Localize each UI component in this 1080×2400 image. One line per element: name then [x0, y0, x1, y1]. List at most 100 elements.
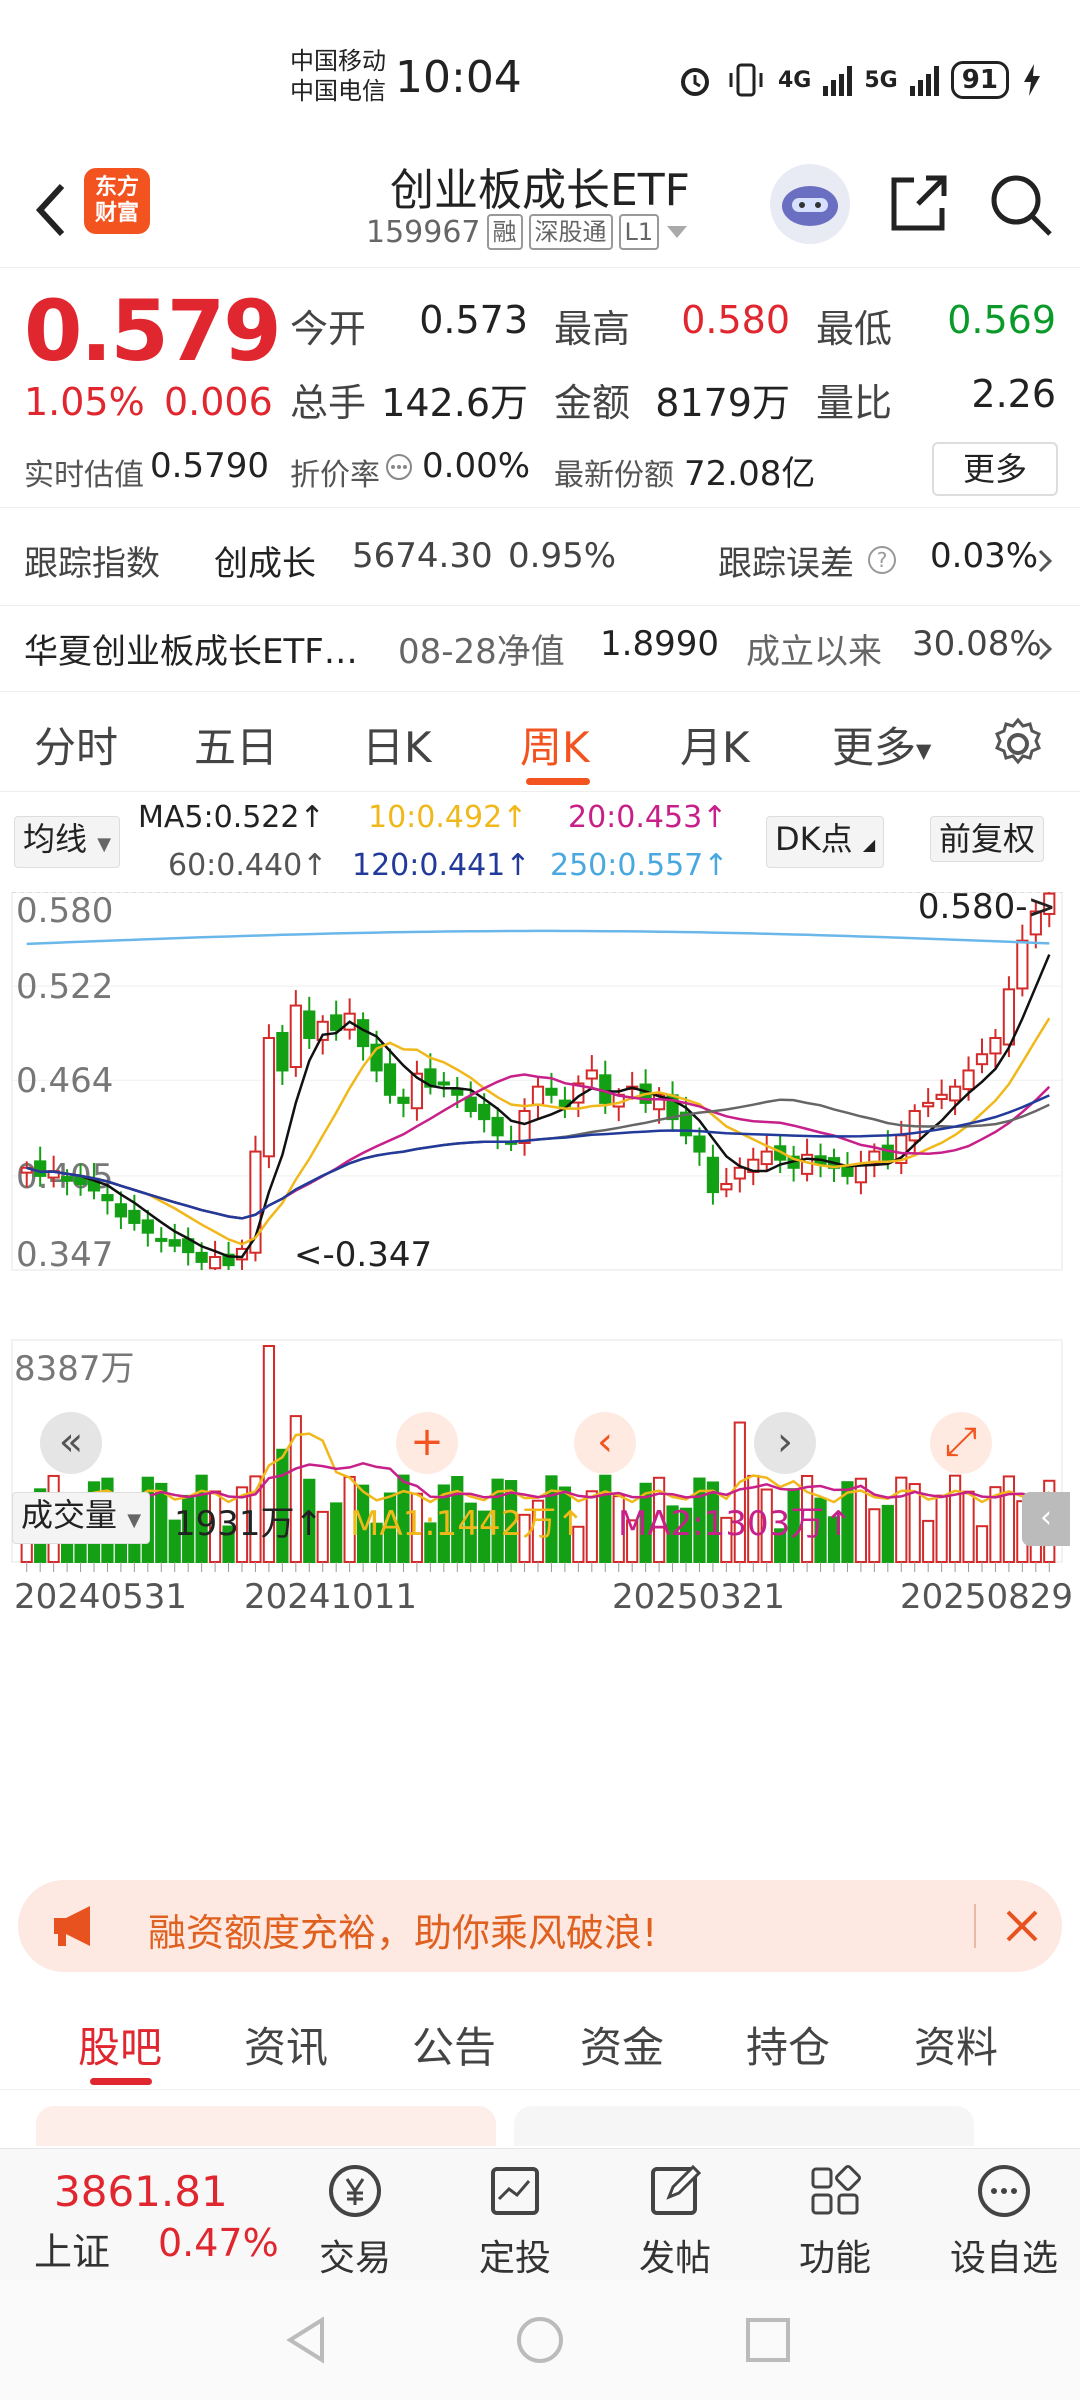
candle	[1016, 939, 1029, 990]
candle	[948, 1085, 962, 1102]
banner-text: 融资额度充裕，助你乘风破浪!	[148, 1911, 658, 1955]
chevron-right-icon	[1038, 637, 1053, 661]
battery-level: 91	[950, 61, 1009, 99]
subtab-news[interactable]: 资讯	[244, 2014, 328, 2075]
index-pct: 0.47%	[158, 2221, 279, 2265]
more-button[interactable]: 更多	[932, 442, 1058, 496]
collapse-panel-button[interactable]: ‹	[1022, 1492, 1070, 1546]
kline-chart[interactable]: 均线 ▼ MA5:0.522↑ 10:0.492↑ 20:0.453↑ 60:0…	[0, 792, 1080, 1862]
nav-back-icon[interactable]	[282, 2314, 330, 2366]
post-button[interactable]: 发帖	[620, 2159, 730, 2281]
scroll-right-button[interactable]: ›	[754, 1412, 816, 1474]
ma-select[interactable]: 均线 ▼	[14, 816, 121, 868]
ma120-label: 120:0.441↑	[352, 848, 531, 883]
fullscreen-button[interactable]: ⤢	[930, 1412, 992, 1474]
chart-calendar-icon	[491, 2167, 539, 2215]
status-bar: 中国移动 中国电信 10:04 4G 5G 91	[0, 0, 1080, 150]
tab-daily-k[interactable]: 日K	[362, 714, 432, 775]
tab-intraday[interactable]: 分时	[34, 714, 118, 775]
subtab-profile[interactable]: 资料	[914, 2014, 998, 2075]
fund-nav-row[interactable]: 华夏创业板成长ETF… 08-28净值 1.8990 成立以来 30.08%	[0, 606, 1080, 692]
tab-weekly-k[interactable]: 周K	[520, 714, 590, 775]
nav-home-icon[interactable]	[514, 2314, 566, 2366]
banner-divider	[974, 1904, 976, 1948]
candle	[464, 1096, 477, 1113]
high-label: 最高	[554, 307, 631, 351]
volume-bar	[330, 1502, 343, 1564]
carrier-1: 中国移动	[290, 47, 386, 75]
amount-value: 8179万	[655, 381, 790, 425]
period-tabs: 分时 五日 日K 周K 月K 更多▼	[0, 692, 1080, 792]
share-icon[interactable]	[884, 168, 954, 238]
last-price: 0.579	[24, 282, 282, 380]
dk-point-select[interactable]: DK点 ◢	[766, 816, 885, 868]
candle	[841, 1166, 854, 1177]
subtab-funds[interactable]: 资金	[580, 2014, 664, 2075]
chevron-right-icon	[1038, 549, 1053, 573]
invest-plan-label: 定投	[478, 2238, 551, 2279]
tracking-row[interactable]: 跟踪指数 创成长 5674.30 0.95% 跟踪误差 ? 0.03%	[0, 514, 1080, 606]
network-4g: 4G	[778, 67, 812, 93]
ma10-label: 10:0.492↑	[368, 800, 528, 835]
charging-icon	[1023, 64, 1040, 96]
amount-label: 金额	[554, 381, 631, 425]
candle	[141, 1219, 154, 1234]
date-label-2: 20250321	[612, 1577, 785, 1617]
back-icon[interactable]	[26, 170, 86, 250]
tracking-pct: 0.95%	[508, 536, 617, 576]
change-amount: 0.006	[164, 380, 273, 424]
volume-select[interactable]: 成交量 ▼	[12, 1492, 151, 1544]
tag-margin: 融	[486, 214, 523, 250]
trade-button[interactable]: 交易	[300, 2159, 410, 2281]
ratio-label: 量比	[816, 381, 893, 425]
dropdown-icon[interactable]	[665, 222, 689, 242]
candle	[330, 1014, 343, 1031]
tab-five-day[interactable]: 五日	[194, 714, 278, 775]
promo-banner[interactable]: 融资额度充裕，助你乘风破浪!	[18, 1880, 1062, 1972]
index-value[interactable]: 3861.81	[54, 2167, 228, 2216]
close-icon[interactable]	[1002, 1906, 1042, 1946]
tag-level: L1	[618, 214, 660, 250]
zoom-in-button[interactable]: +	[396, 1412, 458, 1474]
low-value: 0.569	[947, 298, 1056, 342]
candle	[935, 1093, 948, 1101]
subtab-forum[interactable]: 股吧	[78, 2014, 162, 2075]
date-label-3: 20250829	[900, 1577, 1073, 1617]
subtab-announcements[interactable]: 公告	[412, 2014, 496, 2075]
settings-icon[interactable]	[990, 716, 1046, 772]
scroll-left-button[interactable]: ‹	[574, 1412, 636, 1474]
search-icon[interactable]	[986, 170, 1056, 240]
discount-value: 0.00%	[422, 446, 531, 486]
vibrate-icon	[729, 63, 763, 97]
candle	[276, 1031, 289, 1072]
volume-bar	[155, 1482, 168, 1564]
info-icon[interactable]	[384, 452, 414, 482]
logo-line-1: 东方	[94, 175, 139, 200]
assistant-avatar[interactable]	[770, 164, 850, 244]
tab-monthly-k[interactable]: 月K	[680, 714, 750, 775]
nav-recents-icon[interactable]	[744, 2316, 792, 2364]
adjust-select[interactable]: 前复权	[930, 816, 1045, 862]
invest-plan-button[interactable]: 定投	[460, 2159, 570, 2281]
candle	[922, 1101, 935, 1108]
active-subtab-indicator	[90, 2078, 152, 2085]
ma60-label: 60:0.440↑	[168, 848, 328, 883]
help-icon[interactable]: ?	[866, 544, 898, 576]
candle	[155, 1237, 168, 1242]
active-tab-indicator	[526, 778, 590, 785]
app-logo: 东方 财富	[84, 168, 150, 234]
subtab-holdings[interactable]: 持仓	[746, 2014, 830, 2075]
clock: 10:04	[395, 52, 522, 103]
caret-icon: ◢	[862, 835, 876, 854]
tag-connect: 深股通	[528, 214, 613, 250]
candle	[478, 1103, 491, 1121]
candle	[208, 1256, 222, 1270]
candle	[168, 1239, 181, 1247]
add-watchlist-button[interactable]: 设自选	[944, 2159, 1064, 2281]
zoom-out-button[interactable]: «	[40, 1412, 102, 1474]
forum-card-stub	[36, 2106, 496, 2146]
candle	[881, 1144, 894, 1161]
candle	[303, 1010, 316, 1040]
tab-more[interactable]: 更多▼	[832, 714, 931, 775]
functions-button[interactable]: 功能	[780, 2159, 890, 2281]
